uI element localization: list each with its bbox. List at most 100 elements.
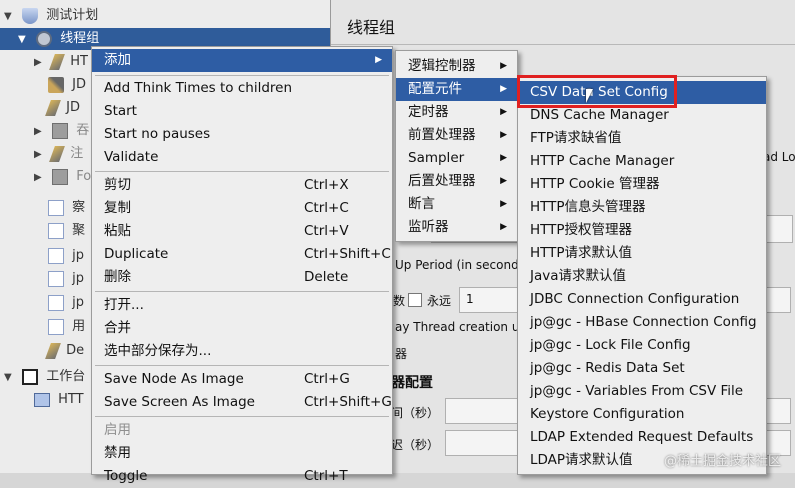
listener-graph-icon xyxy=(48,270,64,287)
menu-item-jdbc-connection-config[interactable]: JDBC Connection Configuration xyxy=(518,288,766,311)
tree-item-label: 测试计划 xyxy=(46,8,99,23)
menu-item-copy[interactable]: 复制 Ctrl+C xyxy=(92,197,392,220)
submenu-arrow-icon: ▶ xyxy=(500,153,507,163)
menu-item-http-request-defaults[interactable]: HTTP请求默认值 xyxy=(518,242,766,265)
tree-item-thread-group[interactable]: ▼ 线程组 xyxy=(18,28,99,50)
menu-item-http-auth-manager[interactable]: HTTP授权管理器 xyxy=(518,219,766,242)
menu-item-redis-data-set[interactable]: jp@gc - Redis Data Set xyxy=(518,357,766,380)
menu-item-assertion[interactable]: 断言 ▶ xyxy=(396,193,517,216)
menu-item-label: 配置元件 xyxy=(408,81,462,97)
forever-checkbox[interactable] xyxy=(408,293,422,307)
expand-triangle-icon[interactable]: ▼ xyxy=(4,6,18,28)
disabled-element-icon xyxy=(52,122,69,139)
menu-item-add[interactable]: 添加 ▶ xyxy=(92,49,392,72)
shortcut-label: Ctrl+Shift+G xyxy=(304,394,392,410)
menu-item-duplicate[interactable]: Duplicate Ctrl+Shift+C xyxy=(92,243,392,266)
submenu-arrow-icon: ▶ xyxy=(500,199,507,209)
tree-item-label: HT xyxy=(70,54,88,69)
menu-item-save-node-image[interactable]: Save Node As Image Ctrl+G xyxy=(92,368,392,391)
tree-item[interactable]: 聚 xyxy=(48,220,85,242)
menu-item-config-element[interactable]: 配置元件 ▶ xyxy=(396,78,517,101)
menu-item-merge[interactable]: 合并 xyxy=(92,317,392,340)
menu-item-pre-processor[interactable]: 前置处理器 ▶ xyxy=(396,124,517,147)
menu-item-ldap-extended-defaults[interactable]: LDAP Extended Request Defaults xyxy=(518,426,766,449)
menu-item-delete[interactable]: 删除 Delete xyxy=(92,266,392,289)
tree-item[interactable]: jp xyxy=(48,245,84,267)
tree-item[interactable]: jp xyxy=(48,268,84,290)
menu-item-http-cookie-manager[interactable]: HTTP Cookie 管理器 xyxy=(518,173,766,196)
menu-item-disable[interactable]: 禁用 xyxy=(92,442,392,465)
menu-item-http-header-manager[interactable]: HTTP信息头管理器 xyxy=(518,196,766,219)
menu-separator xyxy=(95,365,389,366)
menu-item-hbase-connection-config[interactable]: jp@gc - HBase Connection Config xyxy=(518,311,766,334)
tree-item[interactable]: ▶ 注 xyxy=(34,143,83,165)
menu-item-http-cache-manager[interactable]: HTTP Cache Manager xyxy=(518,150,766,173)
menu-item-toggle[interactable]: Toggle Ctrl+T xyxy=(92,465,392,488)
menu-item-ftp-defaults[interactable]: FTP请求缺省值 xyxy=(518,127,766,150)
menu-item-keystore-config[interactable]: Keystore Configuration xyxy=(518,403,766,426)
menu-item-label: Add Think Times to children xyxy=(104,80,293,96)
menu-item-variables-from-csv[interactable]: jp@gc - Variables From CSV File xyxy=(518,380,766,403)
tree-item[interactable]: JD xyxy=(45,97,80,119)
duration-label: 间（秒） xyxy=(391,406,440,420)
menu-item-add-think-times[interactable]: Add Think Times to children xyxy=(92,77,392,100)
tree-item[interactable]: 用 xyxy=(48,316,85,338)
tree-item[interactable]: JD xyxy=(48,74,86,96)
shortcut-label: Delete xyxy=(304,269,349,285)
menu-item-save-selection[interactable]: 选中部分保存为... xyxy=(92,340,392,363)
menu-item-lock-file-config[interactable]: jp@gc - Lock File Config xyxy=(518,334,766,357)
menu-item-start-no-pauses[interactable]: Start no pauses xyxy=(92,123,392,146)
menu-item-save-screen-image[interactable]: Save Screen As Image Ctrl+Shift+G xyxy=(92,391,392,414)
tree-item-workbench[interactable]: ▼ 工作台 xyxy=(4,366,85,388)
menu-item-label: Save Node As Image xyxy=(104,371,244,387)
config-element-submenu: CSV Data Set Config DNS Cache Manager FT… xyxy=(517,76,767,475)
shortcut-label: Ctrl+G xyxy=(304,371,350,387)
tools-icon xyxy=(48,76,64,93)
listener-graph-icon xyxy=(48,294,64,311)
tree-item-label: jp xyxy=(72,248,85,263)
submenu-arrow-icon: ▶ xyxy=(500,176,507,186)
menu-item-label: HTTP信息头管理器 xyxy=(530,199,646,215)
expand-triangle-icon[interactable]: ▶ xyxy=(34,52,48,74)
tree-item-test-plan[interactable]: ▼ 测试计划 xyxy=(4,5,98,27)
menu-item-java-request-defaults[interactable]: Java请求默认值 xyxy=(518,265,766,288)
menu-item-label: FTP请求缺省值 xyxy=(530,130,622,146)
tree-item[interactable]: De xyxy=(45,340,84,362)
menu-item-post-processor[interactable]: 后置处理器 ▶ xyxy=(396,170,517,193)
workbench-icon xyxy=(22,368,39,385)
menu-item-validate[interactable]: Validate xyxy=(92,146,392,169)
expand-triangle-icon[interactable]: ▶ xyxy=(34,167,48,189)
tree-item[interactable]: HTT xyxy=(34,389,84,411)
menu-item-label: jp@gc - Redis Data Set xyxy=(530,360,685,376)
menu-item-timer[interactable]: 定时器 ▶ xyxy=(396,101,517,124)
menu-item-label: HTTP请求默认值 xyxy=(530,245,633,261)
menu-item-cut[interactable]: 剪切 Ctrl+X xyxy=(92,174,392,197)
tree-item-label: Fo xyxy=(76,169,92,184)
menu-separator xyxy=(95,75,389,76)
menu-item-sampler[interactable]: Sampler ▶ xyxy=(396,147,517,170)
menu-item-enable[interactable]: 启用 xyxy=(92,419,392,442)
menu-item-open[interactable]: 打开... xyxy=(92,294,392,317)
menu-separator xyxy=(95,416,389,417)
tree-item-label: 工作台 xyxy=(46,369,86,384)
menu-item-label: 合并 xyxy=(104,320,131,336)
expand-triangle-icon[interactable]: ▼ xyxy=(18,29,32,51)
menu-item-listener[interactable]: 监听器 ▶ xyxy=(396,216,517,239)
menu-item-label: jp@gc - Variables From CSV File xyxy=(530,383,744,399)
tree-item[interactable]: ▶ 吞 xyxy=(34,120,89,142)
delay-thread-label: ay Thread creation unt xyxy=(395,320,532,334)
expand-triangle-icon[interactable]: ▶ xyxy=(34,144,48,166)
expand-triangle-icon[interactable]: ▼ xyxy=(4,367,18,389)
tree-item[interactable]: jp xyxy=(48,292,84,314)
submenu-arrow-icon: ▶ xyxy=(375,55,382,65)
menu-item-start[interactable]: Start xyxy=(92,100,392,123)
menu-item-label: 启用 xyxy=(104,422,131,438)
menu-item-label: 打开... xyxy=(104,297,144,313)
menu-item-paste[interactable]: 粘贴 Ctrl+V xyxy=(92,220,392,243)
ramp-up-label: Up Period (in seconds) xyxy=(395,258,530,272)
tree-item[interactable]: 察 xyxy=(48,197,85,219)
expand-triangle-icon[interactable]: ▶ xyxy=(34,121,48,143)
tree-item[interactable]: ▶ Fo xyxy=(34,166,91,188)
tree-item[interactable]: ▶ HT xyxy=(34,51,88,73)
menu-item-logic-controller[interactable]: 逻辑控制器 ▶ xyxy=(396,55,517,78)
